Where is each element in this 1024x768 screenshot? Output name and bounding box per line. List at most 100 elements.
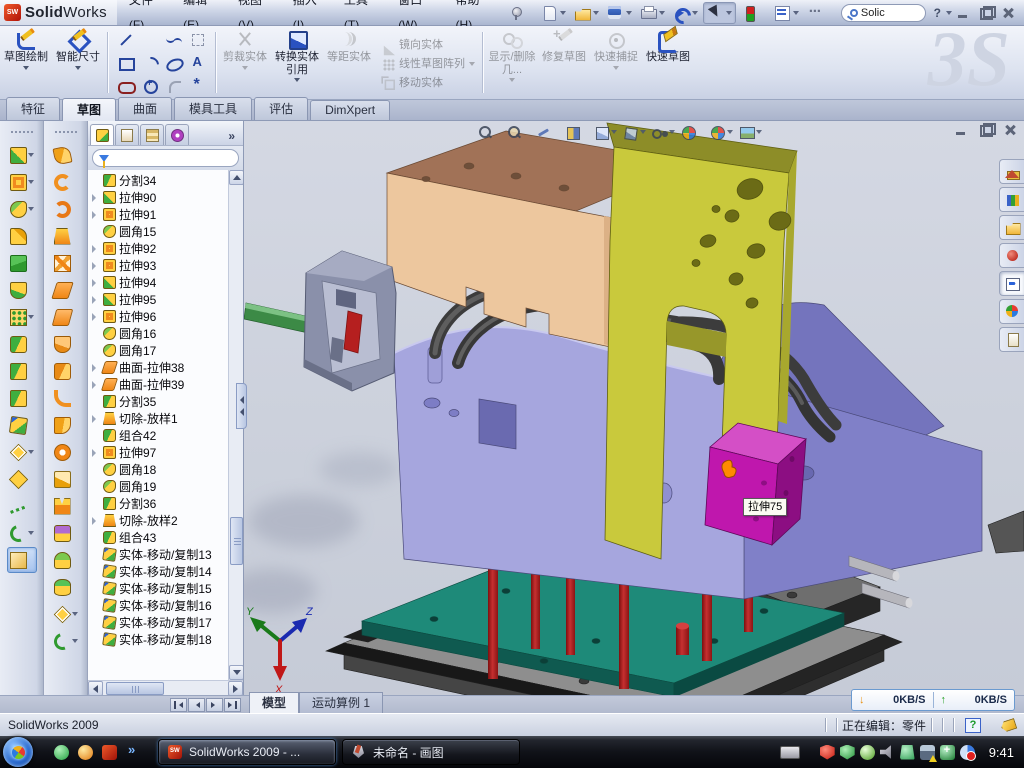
toolbar-button[interactable] (637, 3, 668, 23)
side-insert-block[interactable] (705, 423, 806, 545)
tree-item[interactable]: 圆角19 (88, 478, 228, 495)
command-button[interactable]: 快速草图 (642, 26, 694, 99)
task-pane-tab[interactable] (999, 243, 1024, 268)
tree-item[interactable]: 拉伸97 (88, 444, 228, 461)
toolbar-button[interactable] (7, 466, 37, 492)
tray-icon[interactable] (960, 745, 975, 760)
tree-item[interactable]: 拉伸96 (88, 308, 228, 325)
expand-arrow-icon[interactable] (92, 313, 100, 321)
toolbar-button[interactable] (51, 520, 81, 546)
tray-icon[interactable] (860, 745, 875, 760)
toolbar-button[interactable] (7, 223, 37, 249)
command-button[interactable]: 修复草图 (538, 26, 590, 99)
command-button[interactable]: 剪裁实体 (219, 26, 271, 99)
tree-item[interactable]: 圆角18 (88, 461, 228, 478)
toolbar-button[interactable] (7, 385, 37, 411)
toolbar-button[interactable] (7, 277, 37, 303)
command-button[interactable]: 转换实体引用 (271, 26, 323, 99)
horizontal-scrollbar[interactable] (88, 680, 243, 695)
toolbar-button[interactable] (51, 439, 81, 465)
first-tab-button[interactable] (170, 698, 187, 712)
search-box[interactable]: Solic (841, 4, 926, 22)
tab[interactable]: 曲面 (118, 97, 172, 120)
toolbar-button[interactable] (604, 3, 635, 23)
toolbar-button[interactable] (51, 385, 81, 411)
command-button[interactable]: 等距实体 (323, 26, 375, 99)
tree-item[interactable]: 分割34 (88, 172, 228, 189)
toolbar-button[interactable] (7, 520, 37, 546)
tree-item[interactable]: 实体-移动/复制18 (88, 631, 228, 648)
quick-launch-icon[interactable] (53, 744, 70, 761)
expand-arrow-icon[interactable] (92, 194, 100, 202)
toolbar-button[interactable] (51, 412, 81, 438)
filter-input[interactable] (92, 149, 239, 167)
tab-configurationmanager[interactable] (140, 124, 164, 145)
last-tab-button[interactable] (224, 698, 241, 712)
expand-arrow-icon[interactable] (92, 262, 100, 270)
command-button[interactable]: 智能尺寸 (52, 26, 104, 99)
toolbar-button[interactable] (51, 547, 81, 573)
tree-item[interactable]: 圆角17 (88, 342, 228, 359)
sketch-tool-button[interactable] (114, 75, 137, 97)
quick-launch-icon[interactable] (77, 744, 94, 761)
toolbar-button[interactable] (7, 304, 37, 330)
toolbar-button[interactable] (51, 223, 81, 249)
toolbar-button[interactable] (7, 547, 37, 573)
doc-restore-button[interactable] (978, 123, 994, 137)
toolbar-button[interactable] (51, 466, 81, 492)
tree-item[interactable]: 圆角15 (88, 223, 228, 240)
view-tool-button[interactable] (623, 125, 646, 140)
tab-dimxpert[interactable] (165, 124, 189, 145)
toolbar-button[interactable] (703, 2, 736, 24)
expand-arrow-icon[interactable] (92, 381, 100, 389)
toolbar-button[interactable] (51, 169, 81, 195)
document-tab[interactable]: 模型 (249, 692, 299, 713)
tree-item[interactable]: 切除-放样2 (88, 512, 228, 529)
tray-icon[interactable] (940, 745, 955, 760)
view-tool-button[interactable] (507, 125, 530, 140)
panel-overflow-button[interactable]: » (222, 129, 241, 145)
scroll-down-button[interactable] (229, 665, 243, 680)
toolbar-button[interactable] (505, 3, 536, 23)
toolbar-button[interactable] (51, 304, 81, 330)
tree-item[interactable]: 实体-移动/复制17 (88, 614, 228, 631)
expand-arrow-icon[interactable] (92, 449, 100, 457)
scroll-right-button[interactable] (228, 681, 243, 696)
toolbar-button[interactable] (804, 3, 835, 23)
tree-item[interactable]: 组合43 (88, 529, 228, 546)
core-clamp[interactable] (304, 251, 396, 391)
tab-propertymanager[interactable] (115, 124, 139, 145)
view-tool-button[interactable] (681, 125, 704, 140)
tree-item[interactable]: 拉伸90 (88, 189, 228, 206)
tree-item[interactable]: 圆角16 (88, 325, 228, 342)
graphics-area[interactable]: Y Z X 拉伸75 (244, 121, 1024, 695)
task-button[interactable]: 未命名 - 画图 (342, 739, 520, 765)
sketch-tool-button[interactable] (186, 52, 209, 74)
toolbar-button[interactable] (771, 3, 802, 23)
tree-item[interactable]: 拉伸91 (88, 206, 228, 223)
expand-arrow-icon[interactable] (92, 279, 100, 287)
tree-item[interactable]: 实体-移动/复制15 (88, 580, 228, 597)
view-tool-button[interactable] (710, 125, 733, 140)
toolbar-button[interactable] (51, 358, 81, 384)
toolbar-button[interactable] (51, 142, 81, 168)
view-tool-button[interactable] (739, 125, 762, 140)
toolbar-button[interactable] (538, 3, 569, 23)
tree-item[interactable]: 拉伸92 (88, 240, 228, 257)
sketch-tool-button[interactable] (138, 29, 161, 51)
nozzle-tube[interactable] (244, 303, 313, 333)
tree-item[interactable]: 分割36 (88, 495, 228, 512)
model-canvas[interactable]: Y Z X (244, 121, 1024, 695)
task-pane-tab[interactable] (999, 327, 1024, 352)
tree-item[interactable]: 曲面-拉伸38 (88, 359, 228, 376)
task-pane-tab[interactable] (999, 187, 1024, 212)
tree-item[interactable]: 切除-放样1 (88, 410, 228, 427)
view-tool-button[interactable] (478, 125, 501, 140)
tree-item[interactable]: 拉伸94 (88, 274, 228, 291)
task-pane-tab[interactable] (999, 299, 1024, 324)
tree-item[interactable]: 实体-移动/复制14 (88, 563, 228, 580)
sketch-tool-button[interactable] (186, 75, 209, 97)
tree-item[interactable]: 拉伸95 (88, 291, 228, 308)
toolbar-button[interactable] (7, 439, 37, 465)
panel-splitter[interactable] (236, 383, 247, 429)
